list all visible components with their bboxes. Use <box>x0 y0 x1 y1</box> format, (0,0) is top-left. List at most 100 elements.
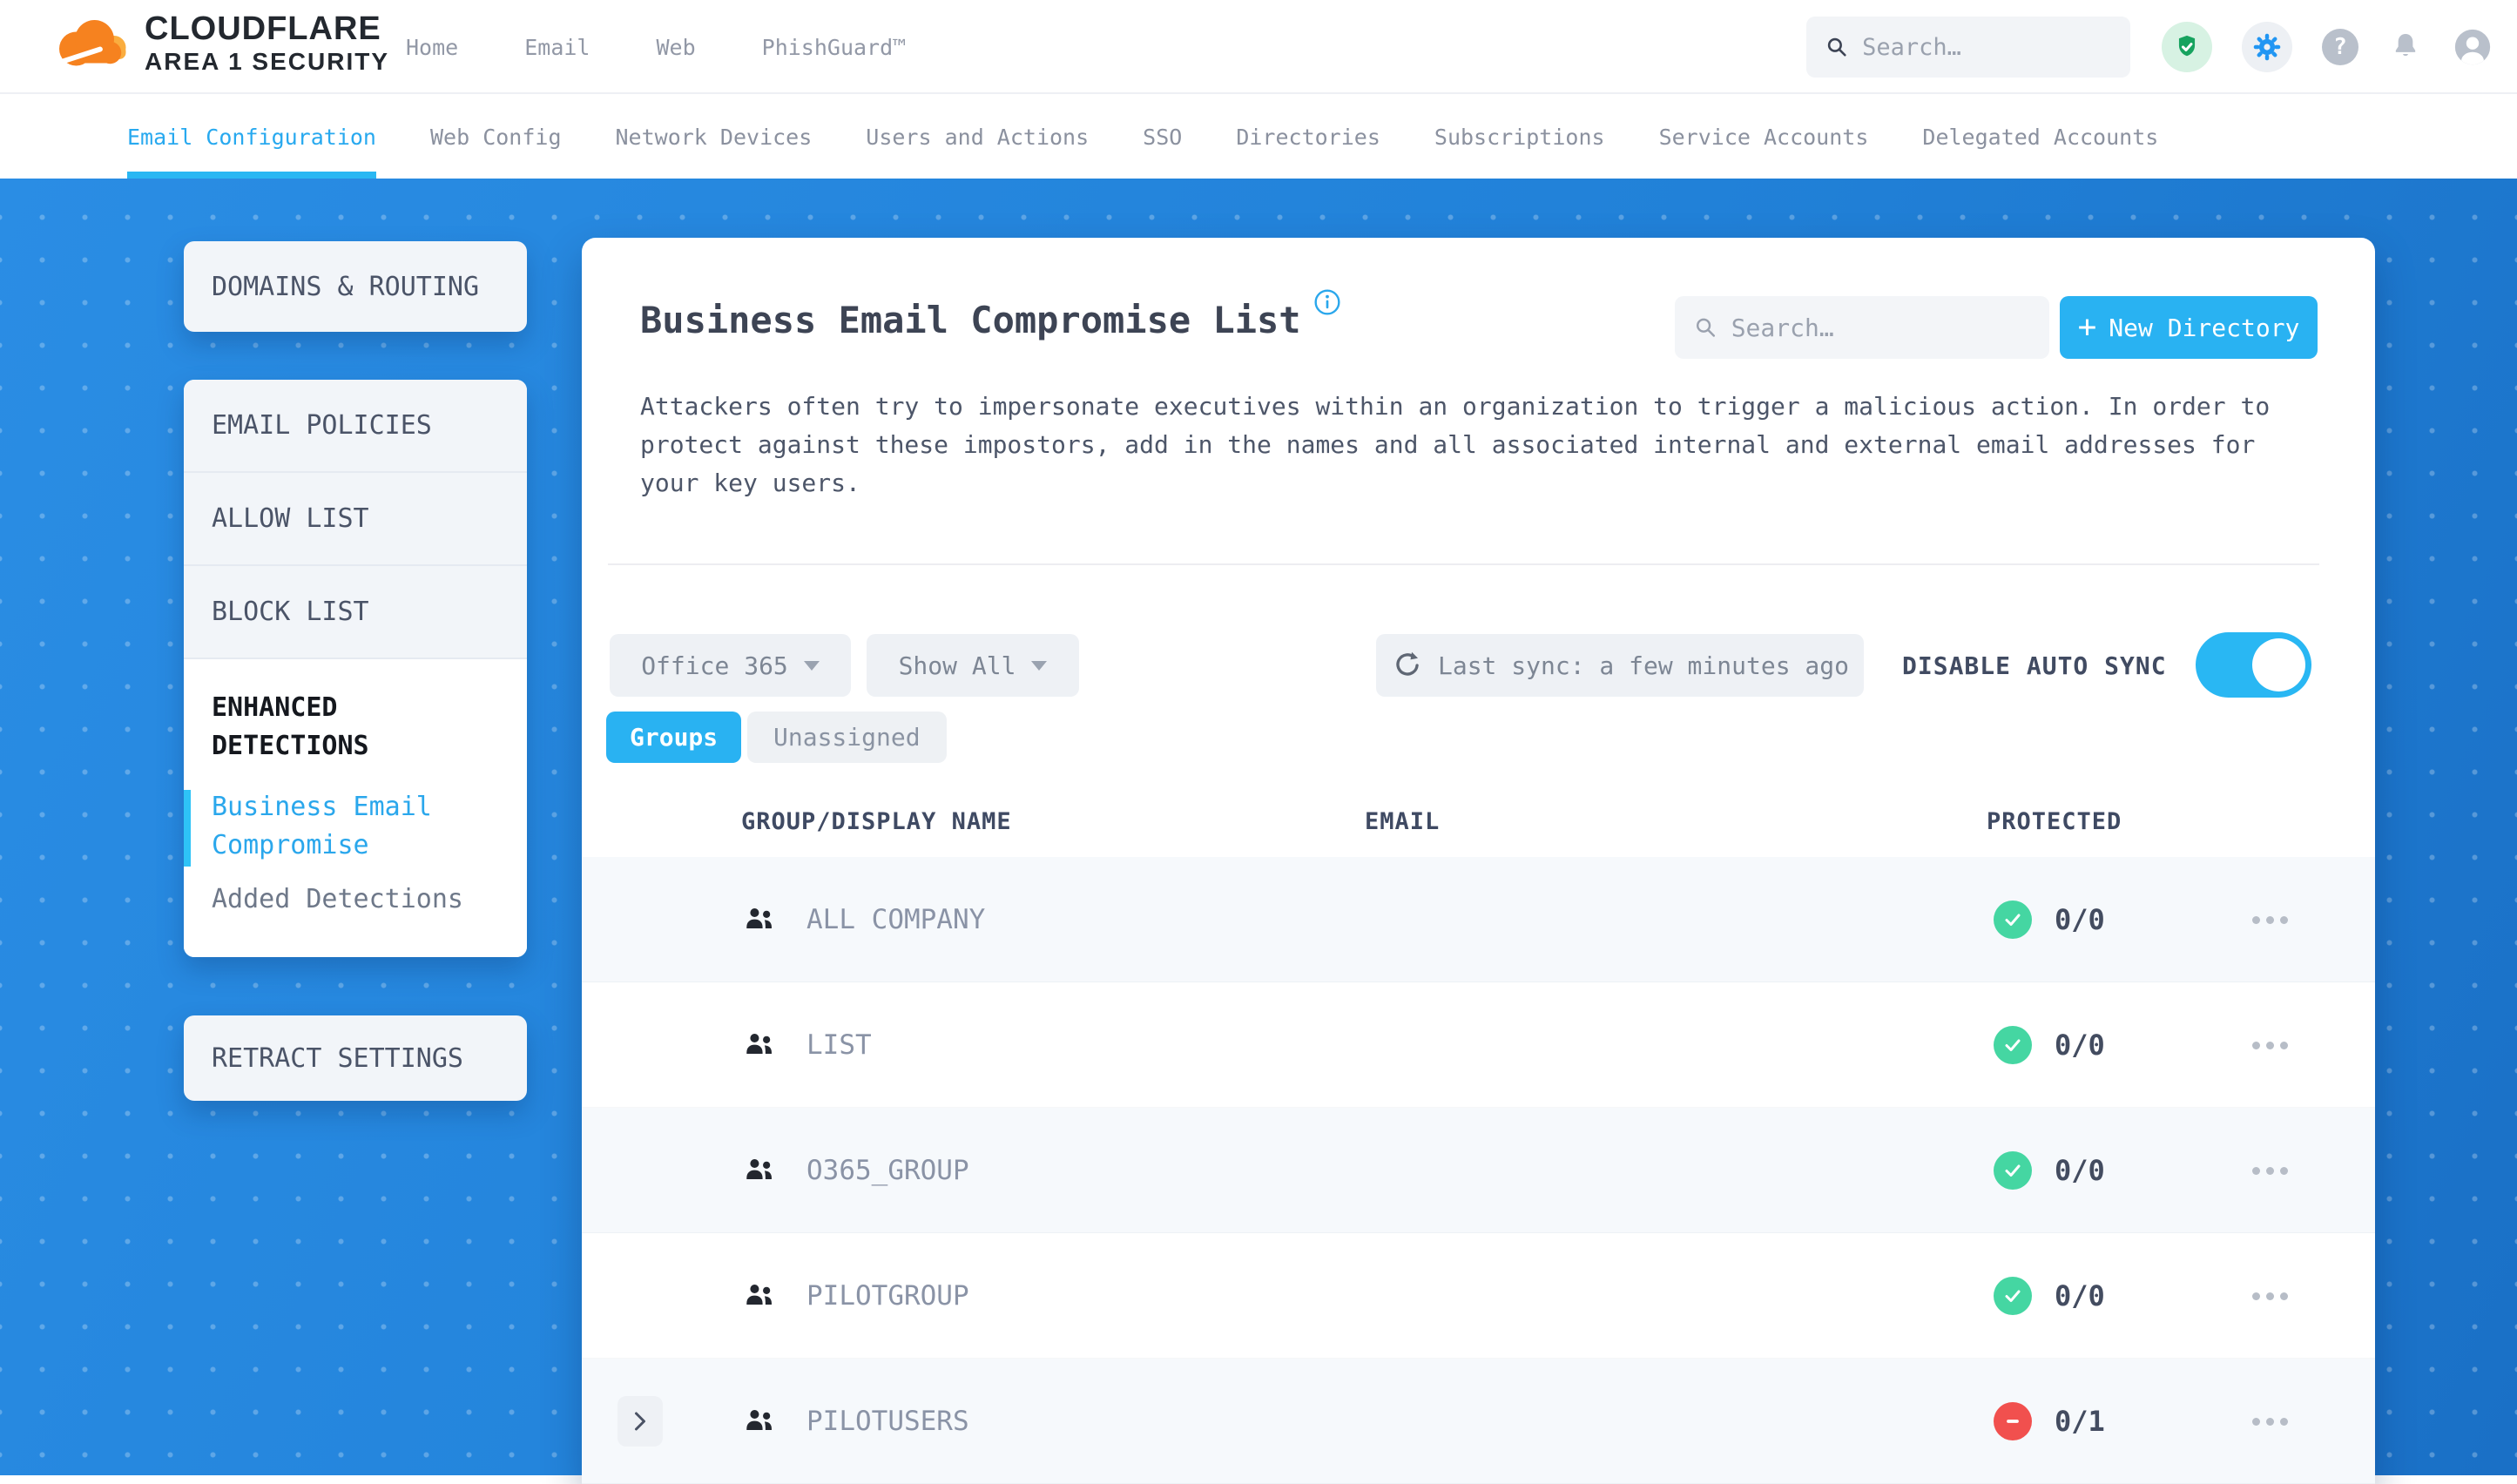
tab-network-devices[interactable]: Network Devices <box>616 96 813 179</box>
account-button[interactable] <box>2453 27 2493 67</box>
row-menu-button[interactable] <box>2252 982 2288 1108</box>
protected-check-icon <box>1994 901 2032 939</box>
row-menu-button[interactable] <box>2252 857 2288 982</box>
table-row[interactable]: LIST 0/0 <box>582 982 2375 1108</box>
info-icon[interactable] <box>1313 288 1341 320</box>
table-row[interactable]: PILOTUSERS 0/1 <box>582 1359 2375 1484</box>
protected-check-icon <box>1994 1277 2032 1315</box>
top-bar: CLOUDFLARE AREA 1 SECURITY Home Email We… <box>0 0 2517 94</box>
sidebar-item-added-detections[interactable]: Added Detections <box>212 884 527 914</box>
auto-sync-toggle[interactable] <box>2196 632 2311 698</box>
auto-sync-label: DISABLE AUTO SYNC <box>1902 651 2167 680</box>
divider <box>608 563 2319 565</box>
logo-line1: CLOUDFLARE <box>145 10 381 47</box>
protected-check-icon <box>1994 1026 2032 1064</box>
tab-sso[interactable]: SSO <box>1143 96 1182 179</box>
unprotected-minus-icon <box>1994 1402 2032 1440</box>
list-search[interactable] <box>1675 296 2049 359</box>
row-menu-button[interactable] <box>2252 1108 2288 1233</box>
help-icon: ? <box>2322 29 2358 65</box>
top-bar-right: ? <box>1806 0 2493 94</box>
tab-service-accounts[interactable]: Service Accounts <box>1659 96 1869 179</box>
sidebar-section-enhanced-detections: ENHANCED DETECTIONS Business Email Compr… <box>184 659 527 957</box>
protected-check-icon <box>1994 1151 2032 1190</box>
sidebar-item-email-policies[interactable]: EMAIL POLICIES <box>184 380 527 473</box>
table-row[interactable]: O365_GROUP 0/0 <box>582 1108 2375 1233</box>
cloudflare-cloud-icon <box>59 20 126 66</box>
row-menu-button[interactable] <box>2252 1359 2288 1484</box>
protected-count: 0/1 <box>2055 1405 2105 1438</box>
group-name: O365_GROUP <box>806 1155 969 1186</box>
directory-filter-value: Office 365 <box>641 651 788 680</box>
view-tab-unassigned[interactable]: Unassigned <box>747 712 947 763</box>
nav-web[interactable]: Web <box>656 35 695 60</box>
table-row[interactable]: PILOTGROUP 0/0 <box>582 1233 2375 1359</box>
sidebar-card-policies: EMAIL POLICIES ALLOW LIST BLOCK LIST ENH… <box>184 380 527 957</box>
group-icon <box>744 1031 780 1062</box>
view-tab-groups[interactable]: Groups <box>606 712 742 763</box>
group-name: PILOTUSERS <box>806 1406 969 1437</box>
tab-users-and-actions[interactable]: Users and Actions <box>866 96 1089 179</box>
page-title: Business Email Compromise List <box>640 299 1301 341</box>
group-icon <box>744 1282 780 1313</box>
search-icon <box>1827 37 1846 57</box>
logo-line2: AREA 1 SECURITY <box>145 48 390 75</box>
notifications-button[interactable] <box>2388 30 2423 64</box>
sidebar-item-enhanced-detections[interactable]: ENHANCED DETECTIONS <box>212 689 473 766</box>
group-name: ALL COMPANY <box>806 904 986 935</box>
shield-check-icon <box>2178 35 2196 57</box>
plus-icon: + <box>2077 309 2097 345</box>
settings-button[interactable] <box>2242 22 2292 72</box>
page-description: Attackers often try to impersonate execu… <box>640 392 2271 497</box>
bell-icon <box>2395 34 2416 57</box>
tab-subscriptions[interactable]: Subscriptions <box>1434 96 1605 179</box>
sidebar-item-business-email-compromise[interactable]: Business Email Compromise <box>212 788 473 865</box>
sidebar-item-block-list[interactable]: BLOCK LIST <box>184 566 527 659</box>
table-header: GROUP/DISPLAY NAME EMAIL PROTECTED <box>582 808 2375 857</box>
chevron-right-icon <box>635 1412 645 1431</box>
tab-email-configuration[interactable]: Email Configuration <box>127 96 376 179</box>
nav-email[interactable]: Email <box>524 35 590 60</box>
directory-filter-dropdown[interactable]: Office 365 <box>610 634 851 697</box>
show-filter-dropdown[interactable]: Show All <box>867 634 1079 697</box>
expand-row-button[interactable] <box>617 1396 663 1447</box>
protected-count: 0/0 <box>2055 903 2105 936</box>
group-icon <box>744 1407 780 1439</box>
column-header-name: GROUP/DISPLAY NAME <box>741 808 1012 835</box>
row-menu-button[interactable] <box>2252 1233 2288 1359</box>
new-directory-label: New Directory <box>2109 313 2300 342</box>
table-row[interactable]: ALL COMPANY 0/0 <box>582 857 2375 982</box>
new-directory-button[interactable]: + New Directory <box>2060 296 2318 359</box>
list-search-input[interactable] <box>1731 313 2030 342</box>
chevron-down-icon <box>803 660 820 671</box>
global-search-input[interactable] <box>1862 33 2111 61</box>
main-nav: Home Email Web PhishGuard™ <box>406 0 906 94</box>
protected-count: 0/0 <box>2055 1029 2105 1062</box>
cloudflare-logo: CLOUDFLARE AREA 1 SECURITY <box>49 10 389 77</box>
tab-delegated-accounts[interactable]: Delegated Accounts <box>1922 96 2158 179</box>
sidebar-item-domains-routing[interactable]: DOMAINS & ROUTING <box>184 241 527 332</box>
protection-status-button[interactable] <box>2162 22 2212 72</box>
sidebar-item-allow-list[interactable]: ALLOW LIST <box>184 473 527 566</box>
sidebar-item-retract-settings[interactable]: RETRACT SETTINGS <box>184 1015 527 1101</box>
column-header-protected: PROTECTED <box>1987 808 2122 835</box>
active-item-indicator <box>184 790 191 867</box>
last-sync-status: Last sync: a few minutes ago <box>1376 634 1864 697</box>
global-search[interactable] <box>1806 17 2130 78</box>
nav-home[interactable]: Home <box>406 35 458 60</box>
sidebar-card-domains-routing: DOMAINS & ROUTING <box>184 241 527 332</box>
avatar-icon <box>2454 29 2491 65</box>
group-icon <box>744 906 780 937</box>
column-header-email: EMAIL <box>1365 808 1441 835</box>
group-table: ALL COMPANY 0/0 LIST 0/0 O365_GROUP 0/0 … <box>582 857 2375 1484</box>
show-filter-value: Show All <box>898 651 1016 680</box>
help-button[interactable]: ? <box>2322 29 2358 65</box>
section-tabs: Email Configuration Web Config Network D… <box>0 96 2517 179</box>
last-sync-text: Last sync: a few minutes ago <box>1437 651 1849 680</box>
tab-web-config[interactable]: Web Config <box>430 96 562 179</box>
nav-phishguard[interactable]: PhishGuard™ <box>762 35 907 60</box>
gear-icon <box>2253 33 2281 61</box>
protected-count: 0/0 <box>2055 1279 2105 1312</box>
toggle-knob <box>2252 638 2305 691</box>
tab-directories[interactable]: Directories <box>1236 96 1380 179</box>
